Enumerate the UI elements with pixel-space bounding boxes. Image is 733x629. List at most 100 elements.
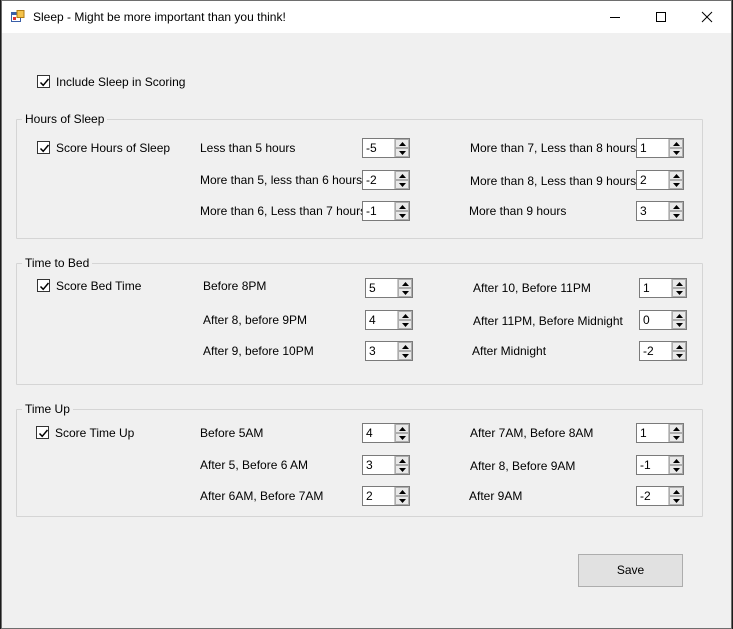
spin-up-button[interactable]	[398, 311, 412, 320]
spin-down-button[interactable]	[398, 320, 412, 329]
spin-up-button[interactable]	[395, 139, 409, 148]
spinner-value[interactable]: 5	[369, 281, 376, 295]
spin-down-button[interactable]	[395, 496, 409, 505]
spin-up-button[interactable]	[672, 311, 686, 320]
score-spinner[interactable]: -2	[639, 341, 687, 361]
spin-up-button[interactable]	[669, 139, 683, 148]
spinner-value[interactable]: 3	[640, 204, 647, 218]
time-to-bed-group-title: Time to Bed	[22, 256, 93, 270]
title-bar: Sleep - Might be more important than you…	[2, 1, 731, 33]
spin-up-button[interactable]	[672, 279, 686, 288]
spin-down-button[interactable]	[395, 148, 409, 157]
chevron-down-icon	[399, 436, 406, 440]
spin-down-button[interactable]	[395, 211, 409, 220]
spin-down-button[interactable]	[669, 433, 683, 442]
spin-up-button[interactable]	[669, 171, 683, 180]
score-spinner[interactable]: 2	[636, 170, 684, 190]
spinner-value[interactable]: 3	[369, 344, 376, 358]
spinner-arrows	[671, 342, 686, 360]
row-label: After 9, before 10PM	[203, 344, 314, 358]
app-icon	[11, 10, 25, 23]
spin-down-button[interactable]	[395, 465, 409, 474]
score-spinner[interactable]: 3	[636, 201, 684, 221]
score-spinner[interactable]: -5	[362, 138, 410, 158]
chevron-down-icon	[399, 151, 406, 155]
save-button[interactable]: Save	[578, 554, 683, 587]
spinner-arrows	[397, 279, 412, 297]
score-spinner[interactable]: -1	[636, 455, 684, 475]
spin-down-button[interactable]	[669, 496, 683, 505]
close-button[interactable]	[684, 1, 730, 33]
maximize-button[interactable]	[638, 1, 684, 33]
spinner-value[interactable]: -5	[366, 141, 377, 155]
score-spinner[interactable]: 0	[639, 310, 687, 330]
score-time-up-checkbox[interactable]	[36, 426, 49, 439]
score-spinner[interactable]: 5	[365, 278, 413, 298]
score-hours-checkbox[interactable]	[37, 141, 50, 154]
spin-down-button[interactable]	[398, 351, 412, 360]
minimize-button[interactable]	[592, 1, 638, 33]
spin-down-button[interactable]	[672, 288, 686, 297]
include-sleep-checkbox[interactable]	[37, 75, 50, 88]
spin-up-button[interactable]	[398, 279, 412, 288]
spin-down-button[interactable]	[672, 320, 686, 329]
spin-up-button[interactable]	[669, 456, 683, 465]
spinner-value[interactable]: 0	[643, 313, 650, 327]
spinner-value[interactable]: 4	[366, 426, 373, 440]
spin-up-button[interactable]	[395, 424, 409, 433]
score-hours-label: Score Hours of Sleep	[56, 141, 171, 155]
spin-down-button[interactable]	[398, 288, 412, 297]
spin-up-button[interactable]	[395, 487, 409, 496]
spinner-value[interactable]: -1	[640, 458, 651, 472]
spin-up-button[interactable]	[398, 342, 412, 351]
spin-down-button[interactable]	[669, 148, 683, 157]
spin-down-button[interactable]	[672, 351, 686, 360]
spinner-value[interactable]: 3	[366, 458, 373, 472]
spin-up-button[interactable]	[395, 456, 409, 465]
spinner-arrows	[668, 487, 683, 505]
score-spinner[interactable]: -2	[362, 170, 410, 190]
score-bed-time-checkbox[interactable]	[37, 279, 50, 292]
spinner-value[interactable]: 1	[640, 426, 647, 440]
score-spinner[interactable]: -2	[636, 486, 684, 506]
spinner-value[interactable]: -1	[366, 204, 377, 218]
spinner-value[interactable]: 2	[366, 489, 373, 503]
spin-up-button[interactable]	[395, 202, 409, 211]
spinner-value[interactable]: 2	[640, 173, 647, 187]
score-spinner[interactable]: 4	[362, 423, 410, 443]
minimize-icon	[610, 17, 620, 18]
spin-up-button[interactable]	[669, 202, 683, 211]
spin-down-button[interactable]	[669, 211, 683, 220]
spin-down-button[interactable]	[395, 180, 409, 189]
row-label: More than 7, Less than 8 hours	[470, 141, 637, 155]
spinner-value[interactable]: 4	[369, 313, 376, 327]
spin-up-button[interactable]	[672, 342, 686, 351]
spinner-value[interactable]: -2	[643, 344, 654, 358]
row-label: After 7AM, Before 8AM	[470, 426, 594, 440]
spinner-arrows	[394, 139, 409, 157]
score-spinner[interactable]: 3	[365, 341, 413, 361]
chevron-up-icon	[673, 490, 680, 494]
score-spinner[interactable]: 1	[636, 423, 684, 443]
score-spinner[interactable]: 3	[362, 455, 410, 475]
spin-down-button[interactable]	[395, 433, 409, 442]
spinner-value[interactable]: 1	[643, 281, 650, 295]
spinner-value[interactable]: -2	[366, 173, 377, 187]
checkmark-icon	[38, 429, 49, 438]
spin-down-button[interactable]	[669, 180, 683, 189]
chevron-down-icon	[676, 291, 683, 295]
spin-up-button[interactable]	[395, 171, 409, 180]
spinner-value[interactable]: -2	[640, 489, 651, 503]
score-spinner[interactable]: 1	[639, 278, 687, 298]
checkmark-icon	[39, 78, 50, 87]
spin-up-button[interactable]	[669, 424, 683, 433]
spin-up-button[interactable]	[669, 487, 683, 496]
spinner-value[interactable]: 1	[640, 141, 647, 155]
score-spinner[interactable]: 2	[362, 486, 410, 506]
row-label: After 8, Before 9AM	[470, 459, 576, 473]
score-spinner[interactable]: 4	[365, 310, 413, 330]
score-spinner[interactable]: 1	[636, 138, 684, 158]
sleep-settings-window: Sleep - Might be more important than you…	[1, 0, 732, 629]
score-spinner[interactable]: -1	[362, 201, 410, 221]
spin-down-button[interactable]	[669, 465, 683, 474]
